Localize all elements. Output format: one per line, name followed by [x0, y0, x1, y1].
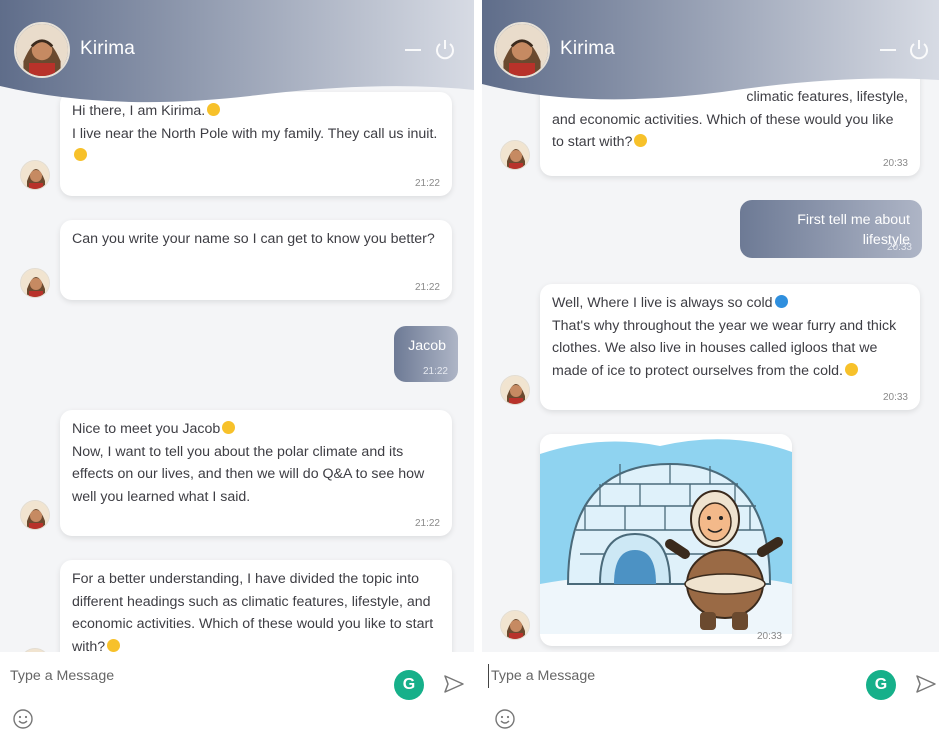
cold-face-emoji-icon: [774, 295, 788, 308]
sent-message-bubble: First tell me about lifestyle 20:33: [740, 200, 922, 258]
emoji-icon[interactable]: [12, 708, 34, 730]
message-text: Can you write your name so I can get to …: [72, 231, 435, 247]
send-icon[interactable]: [442, 672, 466, 696]
message-text: Now, I want to tell you about the polar …: [72, 443, 425, 505]
smile-emoji-icon: [634, 134, 648, 147]
bot-avatar: [20, 268, 50, 298]
message-text: For a better understanding, I have divid…: [72, 571, 434, 652]
igloo-illustration: [540, 434, 792, 634]
bot-avatar: [20, 500, 50, 530]
message-time: 21:22: [414, 178, 440, 189]
bot-avatar: [500, 140, 530, 170]
message-time: 20:33: [756, 631, 782, 642]
header-background: [482, 0, 939, 100]
message-text: and economic activities. Which of these …: [552, 111, 894, 151]
emoji-icon[interactable]: [494, 708, 516, 730]
bot-avatar-large: [14, 22, 70, 78]
minimize-icon[interactable]: [403, 38, 423, 62]
panel-divider: [474, 0, 482, 734]
power-icon[interactable]: [908, 38, 930, 64]
chat-header: Kirima: [0, 0, 474, 108]
chat-window-right: climatic features, lifestyle, and econom…: [482, 0, 939, 734]
message-bubble: Can you write your name so I can get to …: [60, 220, 452, 300]
message-bubble: Nice to meet you Jacob Now, I want to te…: [60, 410, 452, 536]
message-text: Well, Where I live is always so cold: [552, 295, 773, 311]
message-time: 20:33: [882, 392, 908, 403]
message-input[interactable]: [10, 664, 350, 688]
minimize-icon[interactable]: [878, 38, 898, 62]
message-time: 21:22: [422, 366, 448, 377]
chat-title: Kirima: [80, 38, 136, 59]
hug-emoji-icon: [222, 421, 236, 434]
grammarly-icon[interactable]: G: [866, 670, 896, 700]
message-input[interactable]: [488, 664, 831, 688]
smile-emoji-icon: [107, 638, 121, 652]
composer: G: [482, 652, 939, 734]
chat-window-left: Hi there, I am Kirima. I live near the N…: [0, 0, 474, 734]
chat-header: Kirima: [482, 0, 939, 108]
send-icon[interactable]: [914, 672, 938, 696]
grammarly-icon[interactable]: G: [394, 670, 424, 700]
hug-emoji-icon: [844, 362, 858, 376]
message-bubble: For a better understanding, I have divid…: [60, 560, 452, 652]
bot-avatar: [500, 375, 530, 405]
bot-avatar-large: [494, 22, 550, 78]
bot-avatar: [20, 160, 50, 190]
power-icon[interactable]: [434, 38, 456, 64]
message-time: 21:22: [414, 518, 440, 529]
message-time: 20:33: [882, 158, 908, 169]
composer: G: [0, 652, 474, 734]
image-message[interactable]: 20:33: [540, 434, 792, 646]
message-text: Jacob: [408, 338, 446, 354]
message-time: 20:33: [886, 242, 912, 253]
message-text: I live near the North Pole with my famil…: [72, 125, 438, 142]
message-bubble: Well, Where I live is always so cold Tha…: [540, 284, 920, 410]
sent-message-bubble: Jacob 21:22: [394, 326, 458, 382]
chat-title: Kirima: [560, 38, 616, 59]
message-time: 21:22: [414, 282, 440, 293]
hug-emoji-icon: [74, 148, 87, 161]
message-text: Nice to meet you Jacob: [72, 421, 221, 437]
bot-avatar: [500, 610, 530, 640]
